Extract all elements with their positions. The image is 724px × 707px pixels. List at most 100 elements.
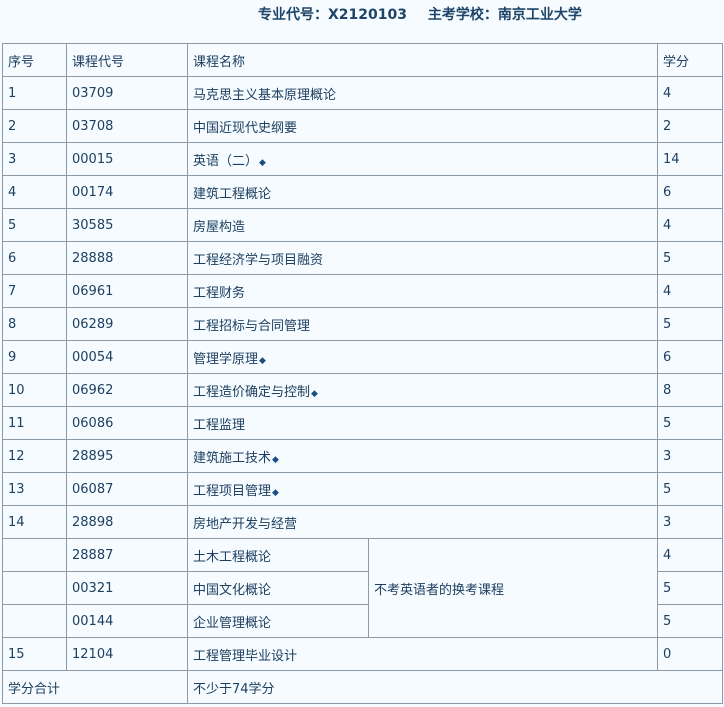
course-name: 英语（二）: [193, 153, 259, 169]
course-code: 00174: [66, 175, 188, 209]
major-code: 专业代号：X2120103: [258, 7, 407, 23]
course-name: 企业管理概论: [187, 604, 369, 638]
course-no: 3: [2, 142, 67, 176]
course-name: 工程造价确定与控制: [193, 384, 311, 400]
course-name: 马克思主义基本原理概论: [193, 87, 337, 103]
course-name: 房屋构造: [193, 219, 246, 235]
course-name-cell: 中国近现代史纲要: [186, 109, 659, 143]
course-code: 28898: [66, 505, 188, 539]
course-credit: 4: [657, 538, 724, 572]
table-row: 13 06087 工程项目管理◆ 5: [2, 472, 724, 506]
course-name: 工程项目管理: [193, 483, 272, 499]
course-credit: 5: [657, 571, 724, 605]
course-name: 建筑工程概论: [193, 186, 272, 202]
course-code: 00144: [66, 604, 188, 638]
course-name: 中国文化概论: [187, 571, 369, 605]
course-code: 06962: [66, 373, 188, 407]
course-name-cell: 工程项目管理◆: [186, 472, 659, 506]
course-credit: 5: [657, 406, 724, 440]
table-row: 2 03708 中国近现代史纲要 2: [2, 109, 724, 143]
course-no: 6: [2, 241, 67, 275]
col-header-no: 序号: [2, 43, 67, 77]
course-credit: 5: [657, 307, 724, 341]
course-credit: 4: [657, 76, 724, 110]
course-name: 工程财务: [193, 285, 246, 301]
course-name: 中国近现代史纲要: [193, 120, 298, 136]
course-no: [2, 604, 67, 638]
total-value: 不少于74学分: [186, 670, 724, 704]
course-name: 工程管理毕业设计: [186, 637, 659, 671]
course-name-cell: 管理学原理◆: [186, 340, 659, 374]
diamond-mark-icon: ◆: [272, 487, 279, 498]
table-row: 14 28898 房地产开发与经营 3: [2, 505, 724, 539]
course-name-cell: 房地产开发与经营: [186, 505, 659, 539]
course-code: 28887: [66, 538, 188, 572]
course-code: 28888: [66, 241, 188, 275]
table-row: 12 28895 建筑施工技术◆ 3: [2, 439, 724, 473]
course-credit: 5: [657, 604, 724, 638]
course-code: 06087: [66, 472, 188, 506]
course-code: 28895: [66, 439, 188, 473]
table-header-row: 序号 课程代号 课程名称 学分: [2, 43, 724, 77]
course-credit: 14: [657, 142, 724, 176]
course-credit: 4: [657, 208, 724, 242]
course-name-cell: 工程造价确定与控制◆: [186, 373, 659, 407]
col-header-credit: 学分: [657, 43, 724, 77]
course-no: [2, 538, 67, 572]
course-name: 房地产开发与经营: [193, 516, 298, 532]
table-row: 6 28888 工程经济学与项目融资 5: [2, 241, 724, 275]
course-name: 管理学原理: [193, 351, 259, 367]
table-row: 8 06289 工程招标与合同管理 5: [2, 307, 724, 341]
course-code: 06961: [66, 274, 188, 308]
course-code: 06086: [66, 406, 188, 440]
diamond-mark-icon: ◆: [259, 157, 266, 168]
course-credit: 3: [657, 505, 724, 539]
course-code: 00015: [66, 142, 188, 176]
course-name-cell: 马克思主义基本原理概论: [186, 76, 659, 110]
course-name: 工程经济学与项目融资: [193, 252, 324, 268]
course-no: [2, 571, 67, 605]
course-code: 00054: [66, 340, 188, 374]
substitute-note: 不考英语者的换考课程: [367, 538, 659, 638]
course-name-cell: 工程经济学与项目融资: [186, 241, 659, 275]
page-header: 专业代号：X2120103 主考学校：南京工业大学: [0, 0, 724, 30]
course-code: 12104: [66, 637, 188, 671]
course-code: 06289: [66, 307, 188, 341]
col-header-name: 课程名称: [186, 43, 659, 77]
course-name: 工程招标与合同管理: [193, 318, 311, 334]
table-row: 11 06086 工程监理 5: [2, 406, 724, 440]
course-no: 10: [2, 373, 67, 407]
table-row: 7 06961 工程财务 4: [2, 274, 724, 308]
course-code: 00321: [66, 571, 188, 605]
course-no: 11: [2, 406, 67, 440]
total-label: 学分合计: [2, 670, 188, 704]
course-name-cell: 房屋构造: [186, 208, 659, 242]
course-no: 14: [2, 505, 67, 539]
main-school: 主考学校：南京工业大学: [427, 7, 582, 23]
course-credit: 4: [657, 274, 724, 308]
course-credit: 3: [657, 439, 724, 473]
course-name: 建筑施工技术: [193, 450, 272, 466]
course-credit: 2: [657, 109, 724, 143]
course-no: 13: [2, 472, 67, 506]
course-no: 7: [2, 274, 67, 308]
total-row: 学分合计 不少于74学分: [2, 670, 724, 704]
course-code: 30585: [66, 208, 188, 242]
course-credit: 5: [657, 241, 724, 275]
course-name: 工程监理: [193, 417, 246, 433]
table-row: 15 12104 工程管理毕业设计 0: [2, 637, 724, 671]
course-credit: 6: [657, 175, 724, 209]
table-row: 9 00054 管理学原理◆ 6: [2, 340, 724, 374]
course-no: 1: [2, 76, 67, 110]
table-row: 1 03709 马克思主义基本原理概论 4: [2, 76, 724, 110]
table-row: 4 00174 建筑工程概论 6: [2, 175, 724, 209]
course-credit: 5: [657, 472, 724, 506]
course-no: 5: [2, 208, 67, 242]
course-no: 4: [2, 175, 67, 209]
course-name-cell: 工程财务: [186, 274, 659, 308]
course-no: 2: [2, 109, 67, 143]
course-code: 03709: [66, 76, 188, 110]
course-credit: 0: [657, 637, 724, 671]
course-name-cell: 建筑施工技术◆: [186, 439, 659, 473]
course-no: 15: [2, 637, 67, 671]
